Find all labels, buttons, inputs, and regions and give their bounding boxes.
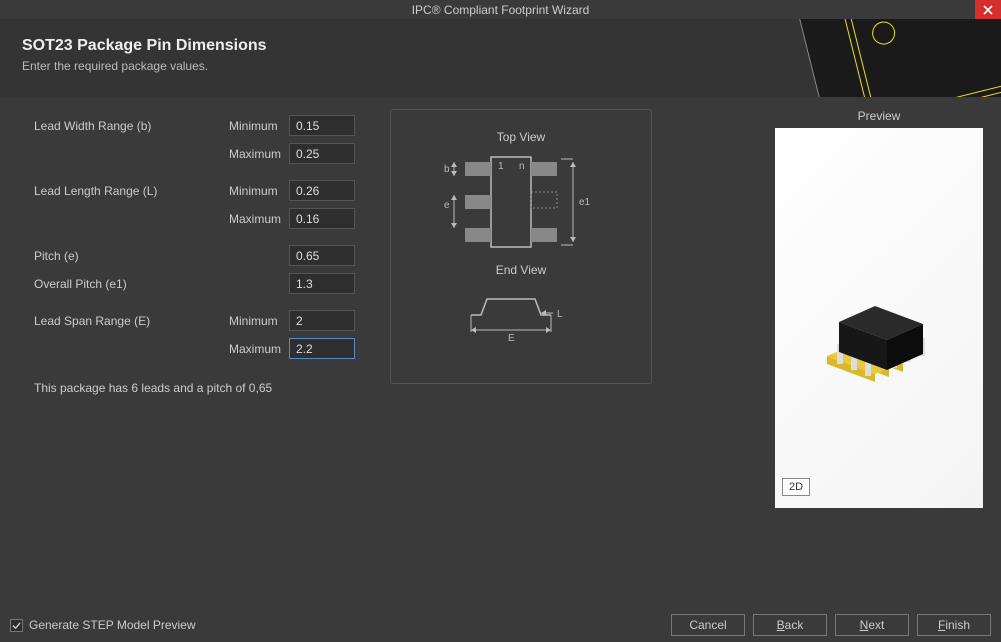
preview-3d-model bbox=[775, 128, 983, 508]
package-note: This package has 6 leads and a pitch of … bbox=[34, 381, 388, 395]
svg-text:b: b bbox=[444, 164, 450, 175]
lead-width-label: Lead Width Range (b) bbox=[34, 119, 229, 133]
cancel-button[interactable]: Cancel bbox=[671, 614, 745, 636]
top-view-diagram: 1 n b e e1 bbox=[401, 152, 641, 252]
lead-width-min-label: Minimum bbox=[229, 119, 289, 133]
generate-step-checkbox[interactable]: Generate STEP Model Preview bbox=[10, 618, 196, 632]
finish-button[interactable]: Finish bbox=[917, 614, 991, 636]
svg-text:1: 1 bbox=[498, 161, 504, 172]
lead-length-min-input[interactable] bbox=[289, 180, 355, 201]
preview-label: Preview bbox=[772, 109, 986, 123]
lead-length-max-input[interactable] bbox=[289, 208, 355, 229]
header-decoration bbox=[731, 19, 1001, 97]
svg-text:E: E bbox=[508, 333, 515, 344]
preview-3d-box[interactable]: 2D bbox=[775, 128, 983, 508]
window-title: IPC® Compliant Footprint Wizard bbox=[412, 3, 590, 17]
pitch-label: Pitch (e) bbox=[34, 249, 229, 263]
end-view-diagram: E L bbox=[401, 285, 641, 345]
back-button[interactable]: Back bbox=[753, 614, 827, 636]
lead-span-label: Lead Span Range (E) bbox=[34, 314, 229, 328]
lead-length-max-label: Maximum bbox=[229, 212, 289, 226]
lead-length-label: Lead Length Range (L) bbox=[34, 184, 229, 198]
generate-step-label: Generate STEP Model Preview bbox=[29, 618, 196, 632]
lead-width-min-input[interactable] bbox=[289, 115, 355, 136]
next-button[interactable]: Next bbox=[835, 614, 909, 636]
lead-width-max-input[interactable] bbox=[289, 143, 355, 164]
svg-text:n: n bbox=[519, 161, 525, 172]
close-icon bbox=[983, 5, 993, 15]
overall-pitch-label: Overall Pitch (e1) bbox=[34, 277, 229, 291]
top-view-label: Top View bbox=[401, 130, 641, 144]
checkmark-icon bbox=[12, 621, 21, 630]
lead-span-min-label: Minimum bbox=[229, 314, 289, 328]
end-view-label: End View bbox=[401, 263, 641, 277]
svg-text:L: L bbox=[557, 309, 563, 320]
pitch-input[interactable] bbox=[289, 245, 355, 266]
svg-text:e: e bbox=[444, 200, 450, 211]
lead-span-min-input[interactable] bbox=[289, 310, 355, 331]
lead-length-min-label: Minimum bbox=[229, 184, 289, 198]
lead-width-max-label: Maximum bbox=[229, 147, 289, 161]
preview-2d-button[interactable]: 2D bbox=[782, 478, 810, 496]
close-button[interactable] bbox=[975, 0, 1001, 19]
svg-text:e1: e1 bbox=[579, 197, 591, 208]
diagram-panel: Top View 1 n b e bbox=[390, 109, 652, 384]
lead-span-max-input[interactable] bbox=[289, 338, 355, 359]
overall-pitch-input[interactable] bbox=[289, 273, 355, 294]
lead-span-max-label: Maximum bbox=[229, 342, 289, 356]
